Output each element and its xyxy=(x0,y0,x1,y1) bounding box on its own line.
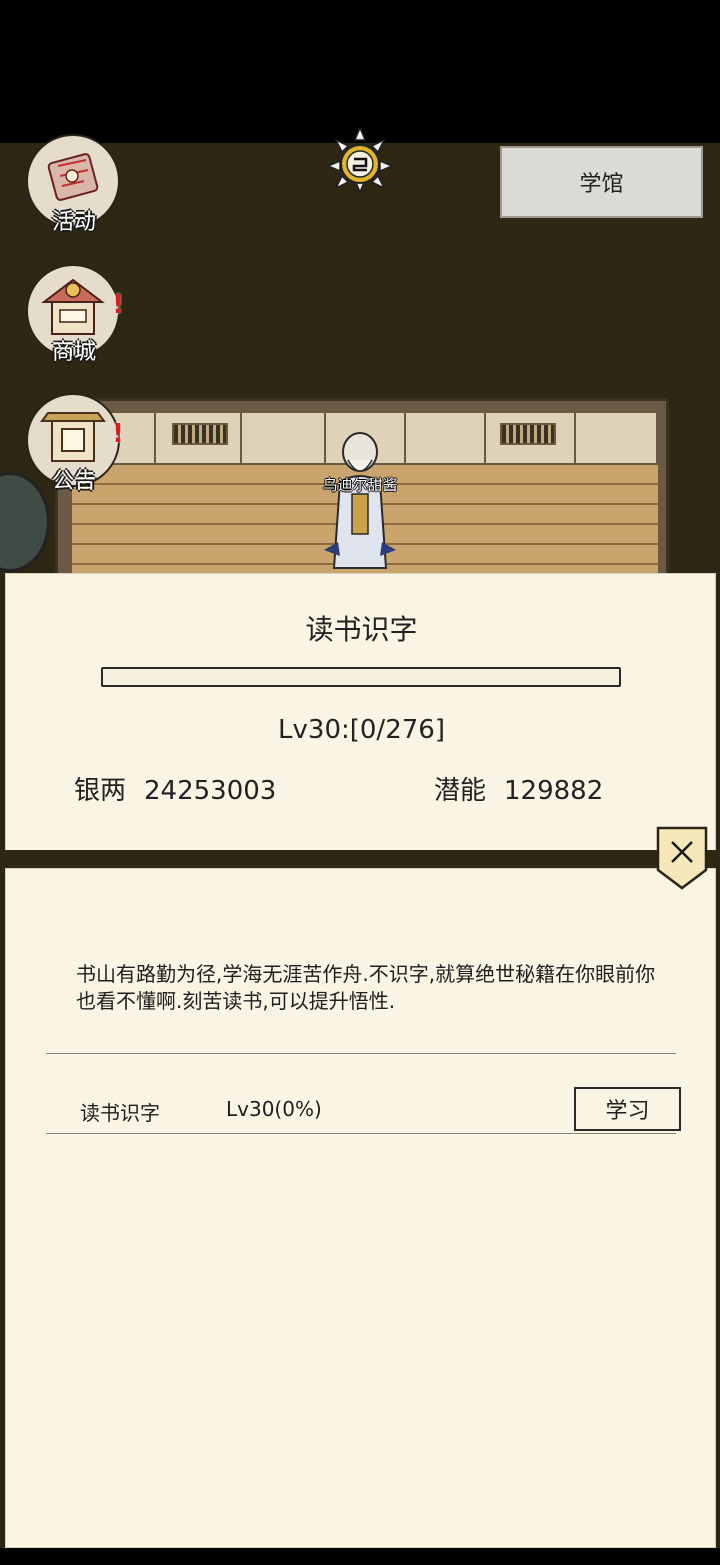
divider xyxy=(46,1133,676,1134)
experience-progress-bar xyxy=(101,667,621,687)
side-button-shop[interactable]: ! 商城 xyxy=(26,264,124,365)
skill-level: Lv30(0%) xyxy=(226,1097,322,1121)
potential-value: 129882 xyxy=(504,776,604,806)
silver-stat: 银两 24253003 xyxy=(74,770,276,807)
npc-name-label: 乌迪尔甜酱 xyxy=(322,476,398,494)
potential-stat: 潜能 129882 xyxy=(434,770,603,807)
silver-value: 24253003 xyxy=(144,776,277,806)
potential-label: 潜能 xyxy=(434,776,487,806)
side-button-label: 商城 xyxy=(51,340,96,365)
notification-badge: ! xyxy=(112,419,124,449)
divider xyxy=(46,1053,676,1054)
skill-name: 读书识字 xyxy=(80,1101,160,1125)
notification-badge: ! xyxy=(112,290,124,320)
side-button-notice[interactable]: ! 公告 xyxy=(26,393,124,494)
window-left xyxy=(172,423,228,445)
location-button[interactable]: 学馆 xyxy=(500,146,703,218)
learn-button[interactable]: 学习 xyxy=(574,1087,681,1131)
silver-label: 银两 xyxy=(74,776,127,806)
skill-description: 书山有路勤为径,学海无涯苦作舟.不识字,就算绝世秘籍在你眼前你也看不懂啊.刻苦读… xyxy=(76,962,656,1013)
status-bar-area xyxy=(0,0,720,143)
panel-title: 读书识字 xyxy=(305,613,418,646)
skill-summary-panel: 读书识字 Lv30:[0/276] 银两 24253003 潜能 129882 xyxy=(5,573,716,853)
npc-character[interactable] xyxy=(318,430,402,576)
window-right xyxy=(500,423,556,445)
side-button-events[interactable]: 活动 xyxy=(26,134,122,235)
level-progress-text: Lv30:[0/276] xyxy=(278,715,445,745)
side-button-label: 活动 xyxy=(51,210,96,235)
time-of-day-icon[interactable] xyxy=(326,126,394,194)
navigation-bar-area xyxy=(0,1548,720,1565)
skill-detail-panel: 书山有路勤为径,学海无涯苦作舟.不识字,就算绝世秘籍在你眼前你也看不懂啊.刻苦读… xyxy=(5,868,716,1548)
close-icon[interactable] xyxy=(656,826,708,890)
